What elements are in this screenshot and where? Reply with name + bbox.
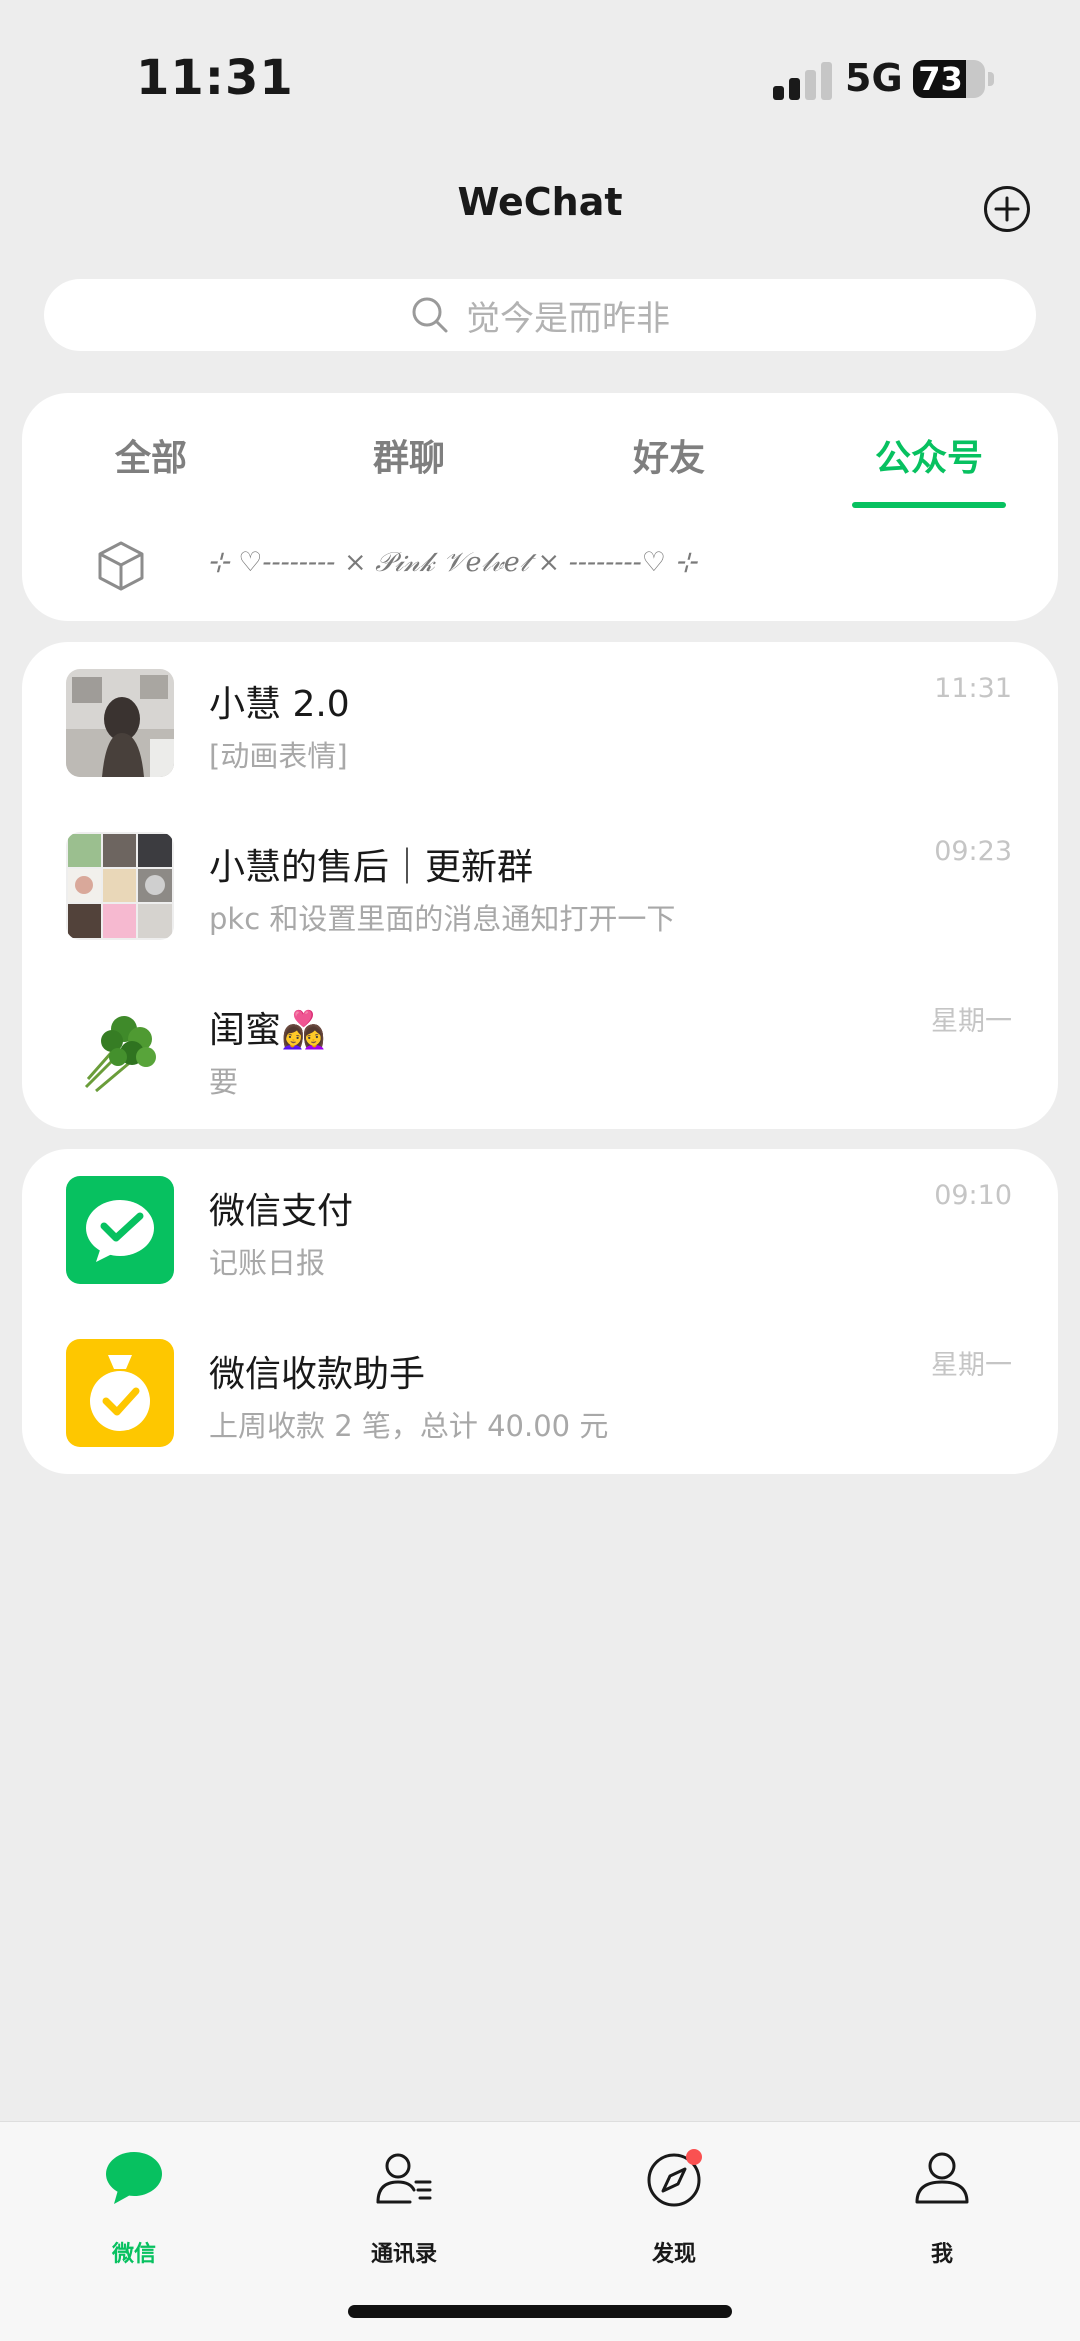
tab-official-accounts[interactable]: 公众号: [854, 429, 1004, 481]
chat-time: 09:10: [934, 1180, 1012, 1211]
photo-avatar: [66, 669, 174, 777]
status-time: 11:31: [136, 50, 294, 106]
chat-preview: [动画表情]: [209, 739, 348, 773]
status-text[interactable]: ⊹ ♡-------- ⨯ 𝒫𝒾𝓃𝓀 𝒱𝑒𝓁𝓋𝑒𝓉 ⨯ --------♡ ⊹: [207, 547, 697, 579]
tab-group-chats[interactable]: 群聊: [334, 429, 484, 481]
payment-assistant-icon: [66, 1339, 174, 1447]
chat-time: 11:31: [934, 673, 1012, 704]
chat-name: 微信支付: [209, 1191, 354, 1232]
cube-icon[interactable]: [96, 540, 146, 592]
tabbar-label: 我: [930, 2242, 953, 2267]
battery-cap: [988, 72, 994, 86]
compass-icon: [647, 2149, 702, 2207]
cilantro-avatar: [66, 995, 174, 1103]
chat-row[interactable]: 小慧 2.0 [动画表情] 11:31: [22, 669, 1058, 832]
contacts-icon: [376, 2153, 432, 2204]
status-bar: 11:31 5G 73: [0, 0, 1080, 160]
tabbar-label: 通讯录: [370, 2242, 437, 2267]
active-tab-indicator: [852, 502, 1006, 508]
tab-all[interactable]: 全部: [76, 429, 226, 481]
filter-card: 全部 群聊 好友 公众号 ⊹ ♡-------- ⨯ 𝒫𝒾𝓃𝓀 𝒱𝑒𝓁𝓋𝑒𝓉 ⨯…: [22, 393, 1058, 621]
chat-time: 星期一: [931, 1350, 1012, 1381]
tab-friends[interactable]: 好友: [594, 429, 744, 481]
tabbar-me[interactable]: 我: [862, 2148, 1022, 2278]
tabbar-discover[interactable]: 发现: [594, 2148, 754, 2278]
search-icon: [412, 297, 448, 333]
battery-icon: 73: [913, 60, 985, 98]
chat-preview: 要: [209, 1065, 239, 1099]
chat-name: 闺蜜👩‍❤️‍👩: [209, 1010, 326, 1051]
page-title: WeChat: [457, 180, 623, 224]
chat-name: 小慧的售后｜更新群: [209, 847, 534, 888]
chat-preview: 上周收款 2 笔，总计 40.00 元: [209, 1409, 609, 1443]
chat-row[interactable]: 微信支付 记账日报 09:10: [22, 1176, 1058, 1339]
chat-bubble-icon: [106, 2152, 162, 2204]
signal-icon: [773, 62, 832, 100]
chat-row[interactable]: 微信收款助手 上周收款 2 笔，总计 40.00 元 星期一: [22, 1339, 1058, 1502]
tabbar-chats[interactable]: 微信: [54, 2148, 214, 2278]
chat-name: 小慧 2.0: [209, 684, 350, 725]
home-indicator[interactable]: [348, 2305, 732, 2318]
person-icon: [915, 2152, 969, 2204]
network-type: 5G: [845, 56, 903, 100]
notification-badge: [686, 2149, 702, 2165]
group-avatar: [66, 832, 174, 940]
chat-row[interactable]: 闺蜜👩‍❤️‍👩 要 星期一: [22, 995, 1058, 1158]
chat-list-card: 小慧 2.0 [动画表情] 11:31 小慧的售后｜更新群 pkc 和设置里面的…: [22, 642, 1058, 1129]
battery-level: 73: [918, 60, 963, 98]
search-placeholder: 觉今是而昨非: [466, 298, 670, 339]
wechat-pay-icon: [66, 1176, 174, 1284]
search-bar[interactable]: 觉今是而昨非: [44, 279, 1036, 351]
tabbar-contacts[interactable]: 通讯录: [324, 2148, 484, 2278]
tabbar-label: 微信: [111, 2242, 156, 2267]
plus-circle-icon[interactable]: [983, 185, 1031, 233]
tabbar-label: 发现: [651, 2242, 696, 2267]
chat-preview: pkc 和设置里面的消息通知打开一下: [209, 902, 676, 936]
chat-row[interactable]: 小慧的售后｜更新群 pkc 和设置里面的消息通知打开一下 09:23: [22, 832, 1058, 995]
chat-time: 星期一: [931, 1006, 1012, 1037]
chat-name: 微信收款助手: [209, 1354, 426, 1395]
chat-preview: 记账日报: [209, 1246, 326, 1280]
chat-time: 09:23: [934, 836, 1012, 867]
service-list-card: 微信支付 记账日报 09:10 微信收款助手 上周收款 2 笔，总计 40.00…: [22, 1149, 1058, 1474]
